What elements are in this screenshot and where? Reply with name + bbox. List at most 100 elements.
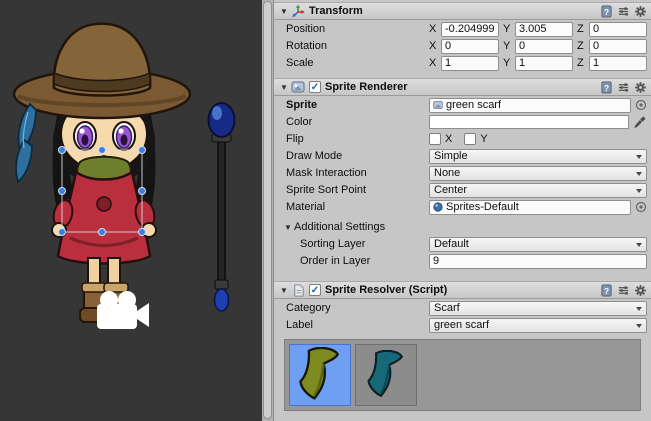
sprite-sort-point-dropdown[interactable]: Center <box>429 183 647 198</box>
rotation-row: Rotation X 0 Y 0 Z 0 <box>278 38 647 54</box>
presets-icon[interactable] <box>616 283 630 297</box>
sprite-object-field[interactable]: green scarf <box>429 98 631 113</box>
gear-icon[interactable] <box>633 283 647 297</box>
axis-z-label: Z <box>577 23 585 35</box>
flip-x-label: X <box>445 133 452 145</box>
gear-icon[interactable] <box>633 80 647 94</box>
order-in-layer-row: Order in Layer 9 <box>278 253 647 269</box>
position-z-field[interactable]: 0 <box>589 22 647 37</box>
category-label: Category <box>286 302 429 314</box>
label-label: Label <box>286 319 429 331</box>
sprite-sort-point-row: Sprite Sort Point Center <box>278 182 647 198</box>
svg-text:?: ? <box>603 285 608 295</box>
draw-mode-dropdown[interactable]: Simple <box>429 149 647 164</box>
transform-header[interactable]: ▼ Transform ? <box>274 2 651 20</box>
foldout-arrow-icon[interactable]: ▼ <box>278 7 290 16</box>
thumbnail-green-scarf[interactable] <box>289 344 351 406</box>
script-icon <box>290 283 306 297</box>
scale-z-field[interactable]: 1 <box>589 56 647 71</box>
label-value: green scarf <box>434 319 489 331</box>
sorting-layer-dropdown[interactable]: Default <box>429 237 647 252</box>
flip-y-checkbox[interactable] <box>464 133 476 145</box>
scrollbar-thumb[interactable] <box>263 1 272 419</box>
dropdown-arrow-icon <box>636 324 642 328</box>
transform-icon <box>290 4 306 18</box>
order-in-layer-field[interactable]: 9 <box>429 254 647 269</box>
mask-interaction-row: Mask Interaction None <box>278 165 647 181</box>
rotation-y-field[interactable]: 0 <box>515 39 573 54</box>
inspector-panel: ▼ Transform ? <box>274 0 651 421</box>
axis-x-label: X <box>429 57 437 69</box>
flip-x-checkbox[interactable] <box>429 133 441 145</box>
draw-mode-label: Draw Mode <box>286 150 429 162</box>
character-hat <box>14 24 190 118</box>
component-enabled-checkbox[interactable]: ✓ <box>309 284 321 296</box>
dropdown-arrow-icon <box>636 172 642 176</box>
dropdown-arrow-icon <box>636 243 642 247</box>
staff-prop[interactable] <box>209 103 235 311</box>
color-label: Color <box>286 116 429 128</box>
svg-text:?: ? <box>603 6 608 16</box>
additional-settings-label: Additional Settings <box>294 221 385 233</box>
sprite-sort-point-value: Center <box>434 184 467 196</box>
presets-icon[interactable] <box>616 80 630 94</box>
axis-x-label: X <box>429 23 437 35</box>
scene-view[interactable] <box>0 0 262 421</box>
component-enabled-checkbox[interactable]: ✓ <box>309 81 321 93</box>
unity-editor-window: ▼ Transform ? <box>0 0 651 421</box>
label-dropdown[interactable]: green scarf <box>429 318 647 333</box>
rotation-x-field[interactable]: 0 <box>441 39 499 54</box>
sprite-resolver-title: Sprite Resolver (Script) <box>325 284 447 296</box>
sorting-layer-row: Sorting Layer Default <box>278 236 647 252</box>
category-dropdown[interactable]: Scarf <box>429 301 647 316</box>
draw-mode-row: Draw Mode Simple <box>278 148 647 164</box>
axis-y-label: Y <box>503 57 511 69</box>
axis-z-label: Z <box>577 57 585 69</box>
svg-text:?: ? <box>603 82 608 92</box>
object-picker-icon[interactable] <box>634 201 647 214</box>
presets-icon[interactable] <box>616 4 630 18</box>
material-object-name: Sprites-Default <box>446 201 519 213</box>
help-icon[interactable]: ? <box>599 80 613 94</box>
foldout-arrow-icon[interactable]: ▼ <box>278 286 290 295</box>
sorting-layer-label: Sorting Layer <box>286 238 429 250</box>
rotation-z-field[interactable]: 0 <box>589 39 647 54</box>
camera-gizmo-icon <box>97 291 149 329</box>
axis-y-label: Y <box>503 40 511 52</box>
mask-interaction-dropdown[interactable]: None <box>429 166 647 181</box>
scale-y-field[interactable]: 1 <box>515 56 573 71</box>
thumbnail-teal-scarf[interactable] <box>355 344 417 406</box>
sprite-label: Sprite <box>286 99 429 111</box>
sprite-sort-point-label: Sprite Sort Point <box>286 184 429 196</box>
color-swatch[interactable] <box>429 115 629 129</box>
foldout-arrow-icon[interactable]: ▼ <box>282 223 294 232</box>
scale-x-field[interactable]: 1 <box>441 56 499 71</box>
axis-y-label: Y <box>503 23 511 35</box>
sprite-renderer-header[interactable]: ▼ ✓ Sprite Renderer ? <box>274 78 651 96</box>
sprite-resolver-header[interactable]: ▼ ✓ Sprite Resolver (Script) ? <box>274 281 651 299</box>
position-y-field[interactable]: 3.005 <box>515 22 573 37</box>
axis-x-label: X <box>429 40 437 52</box>
eyedropper-icon[interactable] <box>633 115 647 129</box>
position-label: Position <box>286 23 429 35</box>
help-icon[interactable]: ? <box>599 4 613 18</box>
flip-label: Flip <box>286 133 429 145</box>
flip-row: Flip X Y <box>278 131 647 147</box>
rotation-label: Rotation <box>286 40 429 52</box>
sprite-renderer-title: Sprite Renderer <box>325 81 408 93</box>
gear-icon[interactable] <box>633 4 647 18</box>
object-picker-icon[interactable] <box>634 99 647 112</box>
material-object-field[interactable]: Sprites-Default <box>429 200 631 215</box>
position-x-field[interactable]: -0.204999 <box>441 22 499 37</box>
dropdown-arrow-icon <box>636 155 642 159</box>
inspector-scrollbar[interactable] <box>262 0 274 421</box>
additional-settings-foldout[interactable]: ▼ Additional Settings <box>278 219 647 235</box>
foldout-arrow-icon[interactable]: ▼ <box>278 83 290 92</box>
sprite-object-name: green scarf <box>446 99 501 111</box>
material-sphere-icon <box>433 202 443 212</box>
scale-label: Scale <box>286 57 429 69</box>
character-sprite[interactable] <box>14 24 190 322</box>
sprite-renderer-icon <box>290 80 306 94</box>
help-icon[interactable]: ? <box>599 283 613 297</box>
material-label: Material <box>286 201 429 213</box>
